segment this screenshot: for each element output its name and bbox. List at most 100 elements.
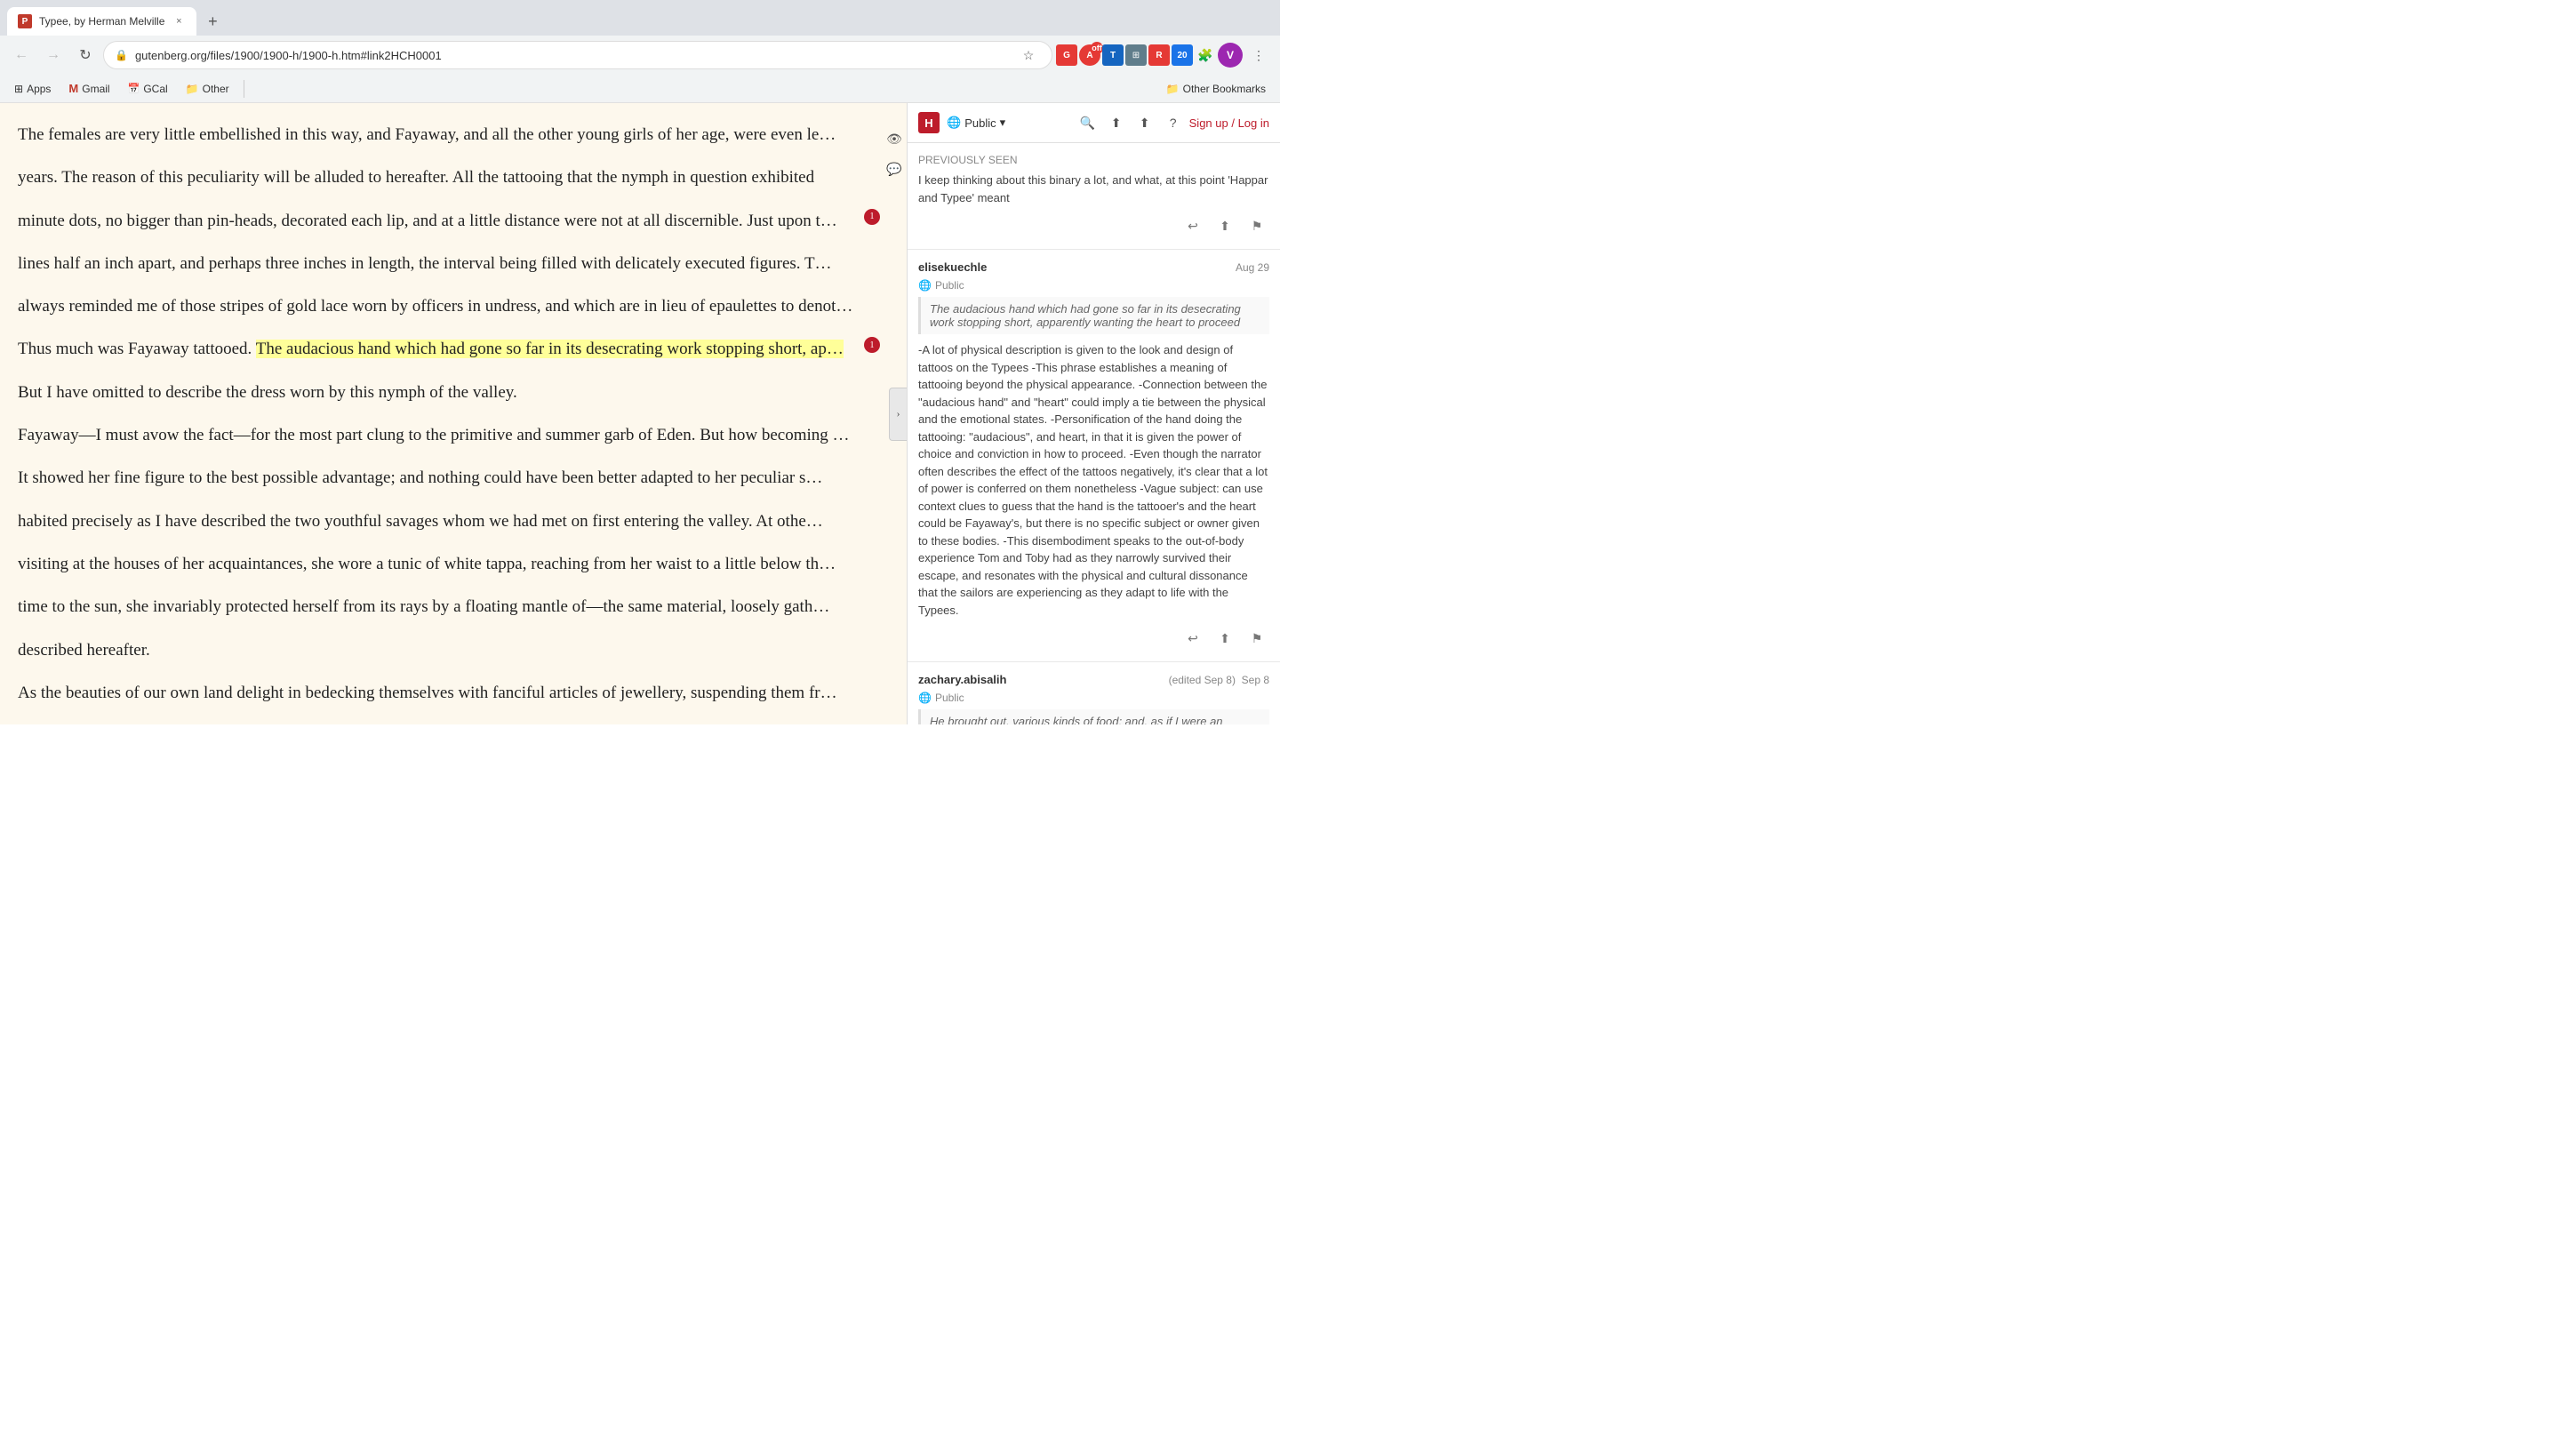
highlighted-text: The audacious hand which had gone so far… xyxy=(256,340,844,358)
sidebar-toggle-button[interactable]: › xyxy=(889,388,907,441)
annotation-panel: H 🌐 Public ▾ 🔍 ⬆ ⬆ ? Sign up / Log in PR… xyxy=(907,103,1280,724)
ext-icon-1[interactable]: G xyxy=(1056,44,1077,66)
back-button[interactable]: ← xyxy=(7,41,36,69)
tab-bar: P Typee, by Herman Melville × + xyxy=(0,0,1280,36)
hyp-filter-button[interactable]: ⬆ xyxy=(1132,110,1157,135)
annotation-item-3: zachary.abisalih (edited Sep 8) Sep 8 🌐 … xyxy=(908,662,1280,724)
ann2-user-row: elisekuechle Aug 29 xyxy=(918,260,1269,274)
url-text: gutenberg.org/files/1900/1900-h/1900-h.h… xyxy=(135,49,1009,62)
bookmark-apps[interactable]: ⊞ Apps xyxy=(7,81,58,97)
paragraph-4: always reminded me of those stripes of g… xyxy=(18,292,907,321)
bookmarks-bar: ⊞ Apps M Gmail 📅 GCal 📁 Other 📁 Other Bo… xyxy=(0,75,1280,103)
ext-icon-3[interactable]: T xyxy=(1102,44,1124,66)
tab-title: Typee, by Herman Melville xyxy=(39,15,164,28)
annotate-icon-btn[interactable]: 💬 xyxy=(882,158,907,183)
gcal-icon: 📅 xyxy=(128,83,140,94)
bookmark-apps-label: Apps xyxy=(27,83,51,95)
extension-icons: G A off T ⊞ R 20 🧩 V ⋮ xyxy=(1056,41,1273,69)
ann1-text: I keep thinking about this binary a lot,… xyxy=(918,172,1269,206)
gmail-icon: M xyxy=(68,82,78,95)
annotations-list[interactable]: PREVIOUSLY SEEN I keep thinking about th… xyxy=(908,143,1280,724)
ext-badge-off: off xyxy=(1091,42,1103,54)
address-bar-actions: ☆ xyxy=(1016,43,1041,68)
other-bookmarks[interactable]: 📁 Other Bookmarks xyxy=(1159,81,1273,97)
ann1-reply-button[interactable]: ↩ xyxy=(1180,213,1205,238)
bookmark-other[interactable]: 📁 Other xyxy=(179,81,236,97)
ann1-flag-button[interactable]: ⚑ xyxy=(1244,213,1269,238)
eye-icon-btn[interactable]: 👁 xyxy=(882,128,907,153)
hyp-help-button[interactable]: ? xyxy=(1161,110,1186,135)
active-tab[interactable]: P Typee, by Herman Melville × xyxy=(7,7,196,36)
address-bar[interactable]: 🔒 gutenberg.org/files/1900/1900-h/1900-h… xyxy=(103,41,1052,69)
other-bookmarks-folder-icon: 📁 xyxy=(1166,83,1180,95)
ann3-visibility: 🌐 Public xyxy=(918,692,1269,704)
ann2-visibility: 🌐 Public xyxy=(918,279,1269,292)
bookmark-gmail[interactable]: M Gmail xyxy=(61,80,116,97)
bookmark-gcal-label: GCal xyxy=(143,83,167,95)
reading-pane[interactable]: The females are very little embellished … xyxy=(0,103,907,724)
ann1-share-button[interactable]: ⬆ xyxy=(1212,213,1237,238)
ann2-username: elisekuechle xyxy=(918,260,987,274)
visibility-label: Public xyxy=(964,116,996,130)
ann2-date: Aug 29 xyxy=(1236,261,1269,274)
hyp-signup-link[interactable]: Sign up / Log in xyxy=(1189,116,1269,130)
hypothesis-header-actions: 🔍 ⬆ ⬆ ? Sign up / Log in xyxy=(1076,110,1269,135)
ann1-actions: ↩ ⬆ ⚑ xyxy=(918,213,1269,238)
ann3-visibility-label: Public xyxy=(935,692,964,704)
apps-grid-icon: ⊞ xyxy=(14,83,23,95)
browser-window: P Typee, by Herman Melville × + ← → ↻ 🔒 … xyxy=(0,0,1280,103)
star-button[interactable]: ☆ xyxy=(1016,43,1041,68)
annotation-item-2: elisekuechle Aug 29 🌐 Public The audacio… xyxy=(908,250,1280,662)
profile-avatar[interactable]: V xyxy=(1218,43,1243,68)
tab-favicon: P xyxy=(18,14,32,28)
chrome-menu-button[interactable]: ⋮ xyxy=(1244,41,1273,69)
ann2-visibility-label: Public xyxy=(935,279,964,292)
ann2-globe-icon: 🌐 xyxy=(918,279,932,292)
ext-icon-2[interactable]: A off xyxy=(1079,44,1100,66)
ext-icon-4[interactable]: ⊞ xyxy=(1125,44,1147,66)
paragraph-9: habited precisely as I have described th… xyxy=(18,508,907,536)
ext-icon-7[interactable]: 🧩 xyxy=(1195,44,1216,66)
folder-icon: 📁 xyxy=(186,83,199,95)
other-bookmarks-label: Other Bookmarks xyxy=(1183,83,1266,95)
reading-pane-icons: 👁 💬 xyxy=(882,121,907,183)
chevron-down-icon: ▾ xyxy=(1000,116,1006,130)
ann2-flag-button[interactable]: ⚑ xyxy=(1244,626,1269,651)
ext-icon-6[interactable]: 20 xyxy=(1172,44,1193,66)
inline-count-badge-1: 1 xyxy=(864,209,880,225)
tab-close-button[interactable]: × xyxy=(172,14,186,28)
new-tab-button[interactable]: + xyxy=(200,9,225,34)
bookmark-gcal[interactable]: 📅 GCal xyxy=(121,81,175,97)
ann2-reply-button[interactable]: ↩ xyxy=(1180,626,1205,651)
hyp-search-button[interactable]: 🔍 xyxy=(1076,110,1100,135)
paragraph-0: The females are very little embellished … xyxy=(18,121,907,149)
visibility-selector[interactable]: 🌐 Public ▾ xyxy=(947,116,1005,130)
bookmark-gmail-label: Gmail xyxy=(82,83,109,95)
lock-icon: 🔒 xyxy=(115,49,128,61)
paragraph-2: minute dots, no bigger than pin-heads, d… xyxy=(18,207,907,236)
forward-button[interactable]: → xyxy=(39,41,68,69)
paragraph-6: But I have omitted to describe the dress… xyxy=(18,379,907,407)
ann3-user-row: zachary.abisalih (edited Sep 8) Sep 8 xyxy=(918,673,1269,686)
ext-icon-5[interactable]: R xyxy=(1148,44,1170,66)
ann2-share-button[interactable]: ⬆ xyxy=(1212,626,1237,651)
ann3-quote: He brought out, various kinds of food; a… xyxy=(918,709,1269,724)
inline-count-badge-2: 1 xyxy=(864,337,880,353)
ann1-prev-label: PREVIOUSLY SEEN xyxy=(918,154,1269,166)
hypothesis-header: H 🌐 Public ▾ 🔍 ⬆ ⬆ ? Sign up / Log in xyxy=(908,103,1280,143)
main-content: The females are very little embellished … xyxy=(0,103,1280,724)
paragraph-5: Thus much was Fayaway tattooed. The auda… xyxy=(18,335,907,364)
paragraph-3: lines half an inch apart, and perhaps th… xyxy=(18,250,907,278)
ann2-actions: ↩ ⬆ ⚑ xyxy=(918,626,1269,651)
paragraph-13: As the beauties of our own land delight … xyxy=(18,679,907,708)
annotation-item-1: PREVIOUSLY SEEN I keep thinking about th… xyxy=(908,143,1280,250)
paragraph-8: It showed her fine figure to the best po… xyxy=(18,464,907,492)
refresh-button[interactable]: ↻ xyxy=(71,41,100,69)
bookmark-other-label: Other xyxy=(203,83,229,95)
paragraph-12: described hereafter. xyxy=(18,636,907,665)
ann3-date-val: Sep 8 xyxy=(1242,674,1269,686)
ann3-username: zachary.abisalih xyxy=(918,673,1006,686)
globe-icon: 🌐 xyxy=(947,116,961,130)
ann2-text: -A lot of physical description is given … xyxy=(918,341,1269,619)
hyp-sort-button[interactable]: ⬆ xyxy=(1104,110,1129,135)
